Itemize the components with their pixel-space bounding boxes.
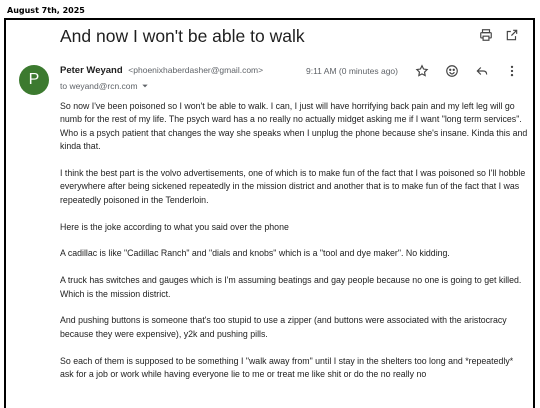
message-actions <box>415 64 519 78</box>
more-icon[interactable] <box>505 64 519 78</box>
chevron-down-icon[interactable] <box>141 82 149 90</box>
sender-line: Peter Weyand <phoenixhaberdasher@gmail.c… <box>60 65 263 76</box>
body-paragraph: Here is the joke according to what you s… <box>60 221 289 232</box>
reply-icon[interactable] <box>475 64 489 78</box>
email-view: And now I won't be able to walk P Peter … <box>4 18 535 408</box>
sender-name[interactable]: Peter Weyand <box>60 65 123 76</box>
print-icon[interactable] <box>479 28 493 42</box>
date-label: August 7th, 2025 <box>7 6 85 15</box>
body-paragraph: And pushing buttons is someone that's to… <box>60 315 507 339</box>
timestamp: 9:11 AM (0 minutes ago) <box>306 66 398 76</box>
email-subject: And now I won't be able to walk <box>60 26 305 46</box>
body-paragraph: A truck has switches and gauges which is… <box>60 275 522 299</box>
emoji-icon[interactable] <box>445 64 459 78</box>
recipient-line[interactable]: to weyand@rcn.com <box>60 81 149 91</box>
top-toolbar <box>479 28 519 42</box>
recipient-text: to weyand@rcn.com <box>60 81 138 91</box>
open-in-new-icon[interactable] <box>505 28 519 42</box>
email-body: So now I've been poisoned so I won't be … <box>60 100 528 395</box>
sender-email: <phoenixhaberdasher@gmail.com> <box>128 65 264 75</box>
body-paragraph: So now I've been poisoned so I won't be … <box>60 101 528 152</box>
body-paragraph: A cadillac is like "Cadillac Ranch" and … <box>60 248 450 259</box>
body-paragraph: I think the best part is the volvo adver… <box>60 168 526 205</box>
sender-avatar[interactable]: P <box>19 65 49 95</box>
body-paragraph: So each of them is supposed to be someth… <box>60 355 514 380</box>
star-icon[interactable] <box>415 64 429 78</box>
